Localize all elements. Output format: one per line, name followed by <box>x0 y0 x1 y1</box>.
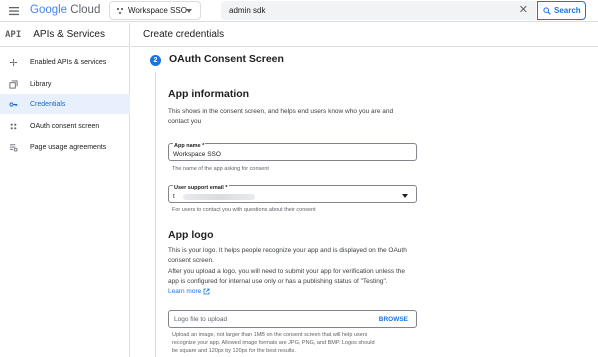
step-divider-line <box>155 72 156 357</box>
dropdown-arrow-icon <box>402 194 408 198</box>
api-badge: API <box>5 29 22 40</box>
project-name: Workspace SSO <box>128 6 187 15</box>
app-name-value: Workspace SSO <box>173 151 221 158</box>
upload-note-line3: be square and 120px by 120px for the bes… <box>172 348 296 354</box>
chevron-down-icon <box>186 9 192 13</box>
redacted-email-blur <box>183 194 255 200</box>
search-input[interactable]: admin sdk ✕ <box>221 1 536 20</box>
upload-note-line2: recognize your app. Allowed image format… <box>172 340 375 346</box>
app-logo-heading: App logo <box>168 229 214 241</box>
sidebar-item-library[interactable]: Library <box>0 74 130 94</box>
app-name-field[interactable]: App name * Workspace SSO <box>168 143 417 161</box>
sidebar-item-page-usage[interactable]: Page usage agreements <box>0 137 130 157</box>
app-information-heading: App information <box>168 88 250 100</box>
search-icon <box>543 6 551 15</box>
upload-note-line1: Upload an image, not larger than 1MB on … <box>172 332 368 338</box>
learn-more-link[interactable]: Learn more <box>168 288 210 295</box>
email-hint: For users to contact you with questions … <box>172 207 316 213</box>
app-logo-text-line3: After you upload a logo, you will need t… <box>168 268 406 275</box>
learn-more-label: Learn more <box>168 288 202 295</box>
step-number-badge: 2 <box>150 55 161 66</box>
upload-placeholder: Logo file to upload <box>174 316 228 323</box>
consent-icon <box>10 123 17 129</box>
sidebar-item-oauth-consent[interactable]: OAuth consent screen <box>0 116 130 136</box>
sidebar-item-label: Enabled APIs & services <box>30 58 107 66</box>
sidebar-item-label: OAuth consent screen <box>30 122 100 130</box>
app-name-hint: The name of the app asking for consent <box>172 166 269 172</box>
sidebar-title: APIs & Services <box>33 29 105 40</box>
app-logo-text-line2: consent screen. <box>168 257 214 264</box>
logo-upload-field[interactable]: Logo file to upload BROWSE <box>168 310 417 328</box>
logo-google-text: Google <box>30 4 68 16</box>
email-label: User support email * <box>173 185 229 191</box>
google-cloud-logo[interactable]: Google Cloud <box>30 4 100 16</box>
email-value: t <box>173 193 175 200</box>
sidebar-header: API APIs & Services <box>0 23 129 47</box>
browse-button[interactable]: BROWSE <box>379 316 408 323</box>
sidebar-item-label: Library <box>30 80 52 88</box>
sidebar-item-label: Credentials <box>30 100 66 108</box>
app-information-description-line1: This shows in the consent screen, and he… <box>168 108 394 115</box>
logo-cloud-text: Cloud <box>70 4 101 16</box>
app-logo-text-line4: app is configured for internal use only … <box>168 278 388 285</box>
search-button[interactable]: Search <box>537 1 586 20</box>
upload-note: Upload an image, not larger than 1MB on … <box>172 331 412 355</box>
sidebar-item-credentials[interactable]: Credentials <box>0 94 130 114</box>
clear-icon[interactable]: ✕ <box>519 1 528 20</box>
sidebar-item-enabled-apis[interactable]: Enabled APIs & services <box>0 52 130 72</box>
external-link-icon <box>203 288 210 295</box>
app-name-label: App name * <box>173 143 206 149</box>
sidebar-item-label: Page usage agreements <box>30 143 107 151</box>
top-bar: Google Cloud Workspace SSO admin sdk ✕ S… <box>0 0 598 22</box>
library-icon <box>9 79 18 89</box>
key-icon <box>9 101 18 107</box>
hamburger-menu-icon[interactable] <box>8 5 20 17</box>
page-title: Create credentials <box>131 23 598 47</box>
hub-icon <box>9 58 18 66</box>
settings-list-icon <box>9 143 18 152</box>
project-selector[interactable]: Workspace SSO <box>109 1 201 20</box>
search-value: admin sdk <box>229 6 266 15</box>
user-support-email-select[interactable]: User support email * t <box>168 185 417 203</box>
app-information-description-line2: contact you <box>168 118 202 125</box>
step-title: OAuth Consent Screen <box>169 53 284 65</box>
project-dots-icon <box>116 7 124 14</box>
search-button-label: Search <box>554 6 581 15</box>
app-logo-text-line1: This is your logo. It helps people recog… <box>168 247 407 254</box>
